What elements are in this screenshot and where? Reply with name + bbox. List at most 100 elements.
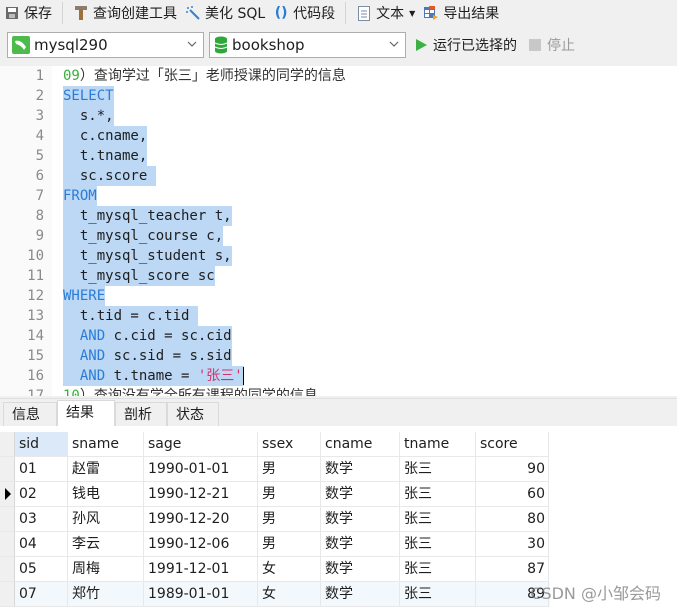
database-select[interactable]: bookshop <box>209 32 406 58</box>
code-line: 3 s.*, <box>0 106 677 126</box>
row-header[interactable] <box>0 482 15 507</box>
line-number: 6 <box>35 168 44 184</box>
grid-cell[interactable]: 张三 <box>400 532 476 557</box>
line-number: 13 <box>27 308 44 324</box>
column-header-sid[interactable]: sid <box>15 432 68 457</box>
grid-cell[interactable]: 04 <box>15 532 68 557</box>
grid-cell[interactable]: 数学 <box>321 507 400 532</box>
grid-cell[interactable]: 男 <box>258 482 321 507</box>
table-row[interactable]: 04 李云 1990-12-06 男数学 张三 30 <box>0 532 550 557</box>
grid-cell[interactable]: 80 <box>476 507 549 532</box>
result-grid[interactable]: sid sname sage ssex cname tname score 01 赵雷 1990-… <box>0 426 677 610</box>
tab-label: 状态 <box>176 407 204 423</box>
grid-cell[interactable]: 87 <box>476 557 549 582</box>
sql-token: t_mysql_course c, <box>63 228 224 244</box>
table-row[interactable]: 05 周梅 1991-12-01 女数学 张三 87 <box>0 557 550 582</box>
grid-cell[interactable]: 女 <box>258 582 321 607</box>
grid-cell[interactable]: 张三 <box>400 557 476 582</box>
code-line: 2 SELECT <box>0 86 677 106</box>
table-row[interactable]: 07 郑竹 1989-01-01 女数学 张三 89 <box>0 582 550 607</box>
comment-text: 09 <box>63 68 80 84</box>
tab-profile[interactable]: 剖析 <box>115 402 167 427</box>
save-label: 保存 <box>24 6 52 22</box>
grid-cell[interactable]: 1989-01-01 <box>144 582 258 607</box>
grid-cell[interactable]: 30 <box>476 532 549 557</box>
code-line: 17 10）查询没有学全所有课程的同学的信息 <box>0 386 677 396</box>
code-text: 09）查询学过「张三」老师授课的同学的信息 <box>63 66 346 86</box>
save-icon <box>4 5 20 21</box>
code-text: 10）查询没有学全所有课程的同学的信息 <box>63 386 318 396</box>
grid-cell[interactable]: 1990-12-06 <box>144 532 258 557</box>
column-header-score[interactable]: score <box>476 432 549 457</box>
column-header-sage[interactable]: sage <box>144 432 258 457</box>
grid-cell[interactable]: 07 <box>15 582 68 607</box>
grid-cell[interactable]: 男 <box>258 457 321 482</box>
grid-cell[interactable]: 数学 <box>321 532 400 557</box>
row-header[interactable] <box>0 532 15 557</box>
row-header[interactable] <box>0 507 15 532</box>
grid-cell[interactable]: 05 <box>15 557 68 582</box>
tab-status[interactable]: 状态 <box>167 402 219 427</box>
code-line: 14 AND c.cid = sc.cid <box>0 326 677 346</box>
tab-result-1[interactable]: 结果 1 <box>57 400 115 445</box>
column-header-ssex[interactable]: ssex <box>258 432 321 457</box>
grid-cell[interactable]: 郑竹 <box>68 582 144 607</box>
query-builder-button[interactable]: 查询创建工具 <box>69 1 181 25</box>
grid-cell[interactable]: 李云 <box>68 532 144 557</box>
table-row[interactable]: 01 赵雷 1990-01-01 男数学 张三 90 <box>0 457 550 482</box>
column-header-sname[interactable]: sname <box>68 432 144 457</box>
row-header[interactable] <box>0 582 15 607</box>
grid-cell[interactable]: 1991-12-01 <box>144 557 258 582</box>
grid-cell[interactable]: 男 <box>258 507 321 532</box>
grid-cell[interactable]: 60 <box>476 482 549 507</box>
grid-cell[interactable]: 女 <box>258 557 321 582</box>
grid-cell[interactable]: 张三 <box>400 457 476 482</box>
row-header[interactable] <box>0 432 15 457</box>
sql-editor[interactable]: 1 09）查询学过「张三」老师授课的同学的信息 2 SELECT 3 s.*, 4 c.c… <box>0 66 677 396</box>
grid-cell[interactable]: 男 <box>258 532 321 557</box>
grid-cell[interactable]: 03 <box>15 507 68 532</box>
grid-cell[interactable]: 孙风 <box>68 507 144 532</box>
grid-cell[interactable]: 张三 <box>400 482 476 507</box>
grid-cell[interactable]: 1990-01-01 <box>144 457 258 482</box>
grid-cell[interactable]: 赵雷 <box>68 457 144 482</box>
column-header-cname[interactable]: cname <box>321 432 400 457</box>
line-number: 9 <box>35 228 44 244</box>
grid-cell[interactable]: 张三 <box>400 582 476 607</box>
sql-string: '张三' <box>197 368 243 384</box>
grid-cell[interactable]: 钱电 <box>68 482 144 507</box>
grid-cell[interactable]: 02 <box>15 482 68 507</box>
code-text: t.tid = c.tid <box>63 306 198 326</box>
grid-cell[interactable]: 数学 <box>321 457 400 482</box>
code-text: WHERE <box>63 286 106 306</box>
grid-cell[interactable]: 90 <box>476 457 549 482</box>
column-header-tname[interactable]: tname <box>400 432 476 457</box>
save-button[interactable]: 保存 <box>0 1 56 25</box>
export-results-button[interactable]: 导出结果 <box>419 1 503 25</box>
table-row[interactable]: 02 钱电 1990-12-21 男数学 张三 60 <box>0 482 550 507</box>
text-menu-button[interactable]: 文本 ▼ <box>352 1 419 25</box>
stop-button[interactable]: 停止 <box>529 35 575 55</box>
table-row[interactable]: 03 孙风 1990-12-20 男数学 张三 80 <box>0 507 550 532</box>
line-number: 17 <box>27 388 44 396</box>
result-tabs: 信息 结果 1 剖析 状态 <box>0 398 677 445</box>
sql-token: t.tname = <box>105 368 198 384</box>
row-header[interactable] <box>0 457 15 482</box>
grid-cell[interactable]: 数学 <box>321 582 400 607</box>
tab-info[interactable]: 信息 <box>3 402 57 427</box>
grid-cell[interactable]: 张三 <box>400 507 476 532</box>
sql-token: t_mysql_teacher t, <box>63 208 232 224</box>
grid-header-row: sid sname sage ssex cname tname score <box>0 432 550 457</box>
grid-cell[interactable]: 1990-12-20 <box>144 507 258 532</box>
row-header[interactable] <box>0 557 15 582</box>
grid-cell[interactable]: 数学 <box>321 482 400 507</box>
beautify-sql-button[interactable]: 美化 SQL <box>181 1 269 25</box>
grid-cell[interactable]: 1990-12-21 <box>144 482 258 507</box>
grid-cell[interactable]: 数学 <box>321 557 400 582</box>
grid-cell[interactable]: 周梅 <box>68 557 144 582</box>
run-selected-button[interactable]: 运行已选择的 <box>414 35 517 55</box>
grid-cell[interactable]: 01 <box>15 457 68 482</box>
code-snippet-button[interactable]: () 代码段 <box>269 1 339 25</box>
connection-select[interactable]: mysql290 <box>7 32 204 58</box>
